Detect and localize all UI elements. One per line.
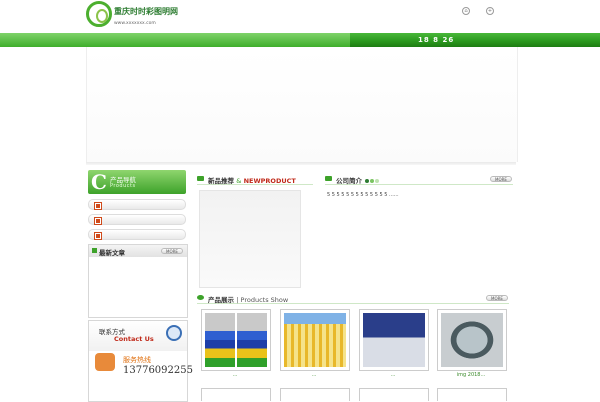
- products-show-title-en: | Products Show: [236, 296, 289, 304]
- product-nav-header: C 产品导航 Products: [88, 170, 186, 194]
- product-card[interactable]: [280, 309, 350, 371]
- home-icon[interactable]: ⌂: [462, 7, 470, 15]
- dot-icon: [375, 179, 380, 183]
- section-icon: [325, 176, 332, 181]
- more-button[interactable]: MORE: [486, 295, 508, 301]
- company-intro-text: 5 5 5 5 5 5 5 5 5 5 5 5 5 ......: [327, 192, 399, 198]
- new-product-header: 新品推荐 & NEWPRODUCT: [197, 175, 313, 185]
- logo-mark-icon: [86, 1, 112, 27]
- section-icon: [92, 248, 97, 253]
- products-show-title: 产品展示 | Products Show: [208, 294, 288, 304]
- product-card[interactable]: [359, 309, 429, 371]
- bullet-icon: [94, 217, 102, 225]
- site-url: www.xxxxxxx.com: [114, 21, 156, 26]
- latest-articles-title: 最新文章: [99, 249, 125, 257]
- contact-header: 联系方式 Contact Us: [89, 321, 187, 351]
- contact-subtitle: Contact Us: [114, 335, 154, 343]
- product-nav-subtitle: Products: [110, 183, 136, 189]
- product-card[interactable]: [201, 309, 271, 371]
- more-button[interactable]: MORE: [490, 176, 512, 182]
- new-product-image[interactable]: [199, 190, 301, 288]
- new-product-title: 新品推荐 & NEWPRODUCT: [208, 175, 296, 185]
- product-image: [284, 313, 346, 367]
- nav-bar-highlight: [0, 33, 350, 47]
- more-button[interactable]: MORE: [161, 248, 183, 254]
- c-logo-icon: C: [91, 170, 107, 194]
- product-nav-item[interactable]: [88, 199, 186, 210]
- contact-box: 联系方式 Contact Us 服务热线 13776092255: [88, 320, 193, 402]
- hotline-label: 服务热线: [123, 356, 151, 364]
- telephone-icon: [95, 353, 115, 371]
- products-show-title-cn: 产品展示: [208, 296, 234, 304]
- new-product-title-cn: 新品推荐: [208, 177, 234, 185]
- product-nav-item[interactable]: [88, 214, 186, 225]
- banner-divider: [86, 162, 516, 165]
- product-card[interactable]: [280, 388, 350, 401]
- title-ampersand: &: [236, 177, 242, 185]
- bullet-icon: [94, 202, 102, 210]
- product-image: [363, 313, 425, 367]
- latest-articles-header: 最新文章 MORE: [89, 245, 187, 257]
- latest-articles-box: 最新文章 MORE: [88, 244, 188, 318]
- section-icon: [197, 295, 204, 300]
- company-title: 公司简介: [336, 175, 380, 185]
- site-name: 重庆时时彩图明网: [114, 6, 178, 16]
- site-logo[interactable]: 重庆时时彩图明网 www.xxxxxxx.com: [86, 0, 186, 30]
- product-caption[interactable]: ...: [359, 372, 427, 378]
- product-caption[interactable]: ...: [280, 372, 348, 378]
- products-show-header: 产品展示 | Products Show MORE: [197, 294, 509, 304]
- product-nav-item[interactable]: [88, 229, 186, 240]
- company-header: 公司简介 MORE: [325, 175, 513, 185]
- product-card[interactable]: [359, 388, 429, 401]
- company-title-text: 公司简介: [336, 177, 362, 185]
- date-display: 18 8 26: [418, 36, 455, 44]
- banner: [86, 47, 518, 162]
- product-card[interactable]: [201, 388, 271, 401]
- product-card[interactable]: [437, 388, 507, 401]
- product-card[interactable]: [437, 309, 507, 371]
- nav-bar: 18 8 26: [0, 33, 600, 47]
- product-caption[interactable]: img 2018...: [437, 372, 505, 378]
- bullet-icon: [94, 232, 102, 240]
- product-caption[interactable]: ...: [201, 372, 269, 378]
- dot-icon: [370, 179, 375, 183]
- contact-info-icon: [166, 325, 182, 341]
- hotline-number: 13776092255: [123, 365, 193, 376]
- dot-icon: [365, 179, 370, 183]
- new-product-title-en: NEWPRODUCT: [243, 177, 296, 185]
- product-image: [205, 313, 267, 367]
- favorite-icon[interactable]: +: [486, 7, 494, 15]
- section-icon: [197, 176, 204, 181]
- product-image: [441, 313, 503, 367]
